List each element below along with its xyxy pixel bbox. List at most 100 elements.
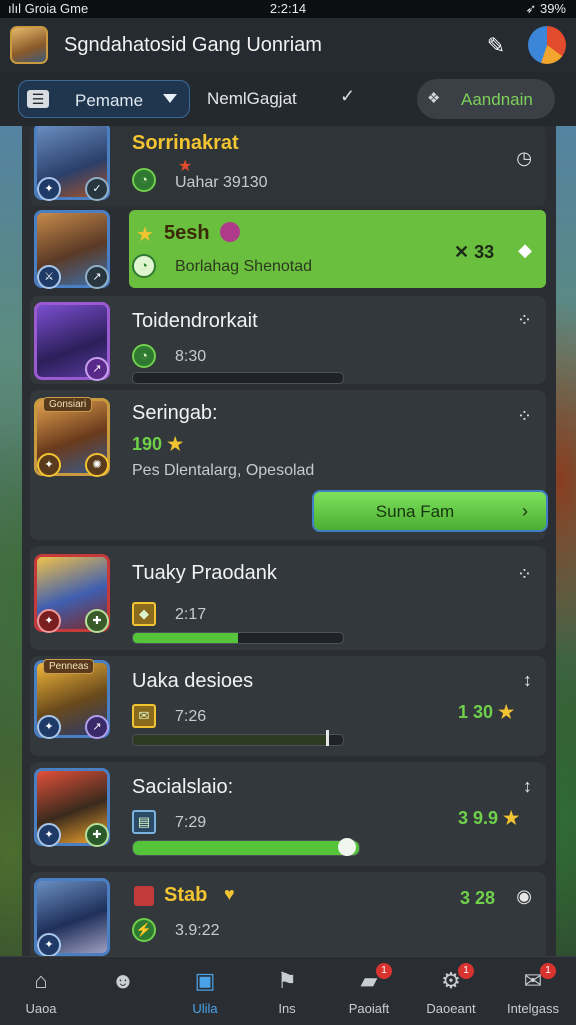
hero-subtitle: 8:30 <box>175 348 207 365</box>
star-icon: ★ <box>167 434 184 454</box>
hero-value: 190 ★ <box>132 434 184 454</box>
notification-badge: 1 <box>458 963 474 979</box>
level-badge-icon: ↗ <box>85 265 109 289</box>
action-button[interactable]: ❖ Aandnain <box>417 79 555 119</box>
check-icon[interactable]: ✓ <box>340 86 355 107</box>
battery-text: ➶ 39% <box>525 1 566 16</box>
timer-icon[interactable]: ◷ <box>516 148 532 169</box>
progress-fill <box>133 735 329 745</box>
hero-subtitle: 7:26 <box>175 708 207 725</box>
list-icon: ▣ <box>194 968 216 993</box>
nav-item-settings[interactable]: ⚙ 1 Daoeant <box>410 957 492 1025</box>
level-badge-icon: ✺ <box>85 453 109 477</box>
status-icon: ◔ <box>132 344 156 368</box>
level-badge-icon: ↗ <box>85 357 109 381</box>
hero-name: 5esh <box>164 222 210 244</box>
list-item[interactable]: ✦ ✚ Sacialslaio: ▤ 7:29 3 9.9 ★ ↕ <box>30 762 546 866</box>
list-item[interactable]: ↗ Toidendrorkait ◔ 8:30 ⁘ <box>30 296 546 384</box>
filter-tab[interactable]: NemlGagjat <box>207 89 297 109</box>
hero-subtitle: Borlahag Shenotad <box>175 258 312 275</box>
class-badge-icon: ✦ <box>37 177 61 201</box>
class-badge-icon: ✦ <box>37 933 61 956</box>
level-badge-icon: ↗ <box>85 715 109 739</box>
list-item[interactable]: ✦ Stab ♥ ⚡ 3.9:22 3 28 ◉ <box>30 872 546 956</box>
filter-select[interactable]: ☰ Pemame <box>18 80 190 118</box>
more-icon[interactable]: ⁘ <box>517 310 532 331</box>
nav-item-chest[interactable]: ▰ 1 Paoiaft <box>328 957 410 1025</box>
hero-subtitle: 3.9:22 <box>175 922 220 939</box>
progress-knob[interactable] <box>338 838 356 856</box>
hero-portrait: ✦ ✓ <box>34 126 110 201</box>
chevron-down-icon <box>163 94 177 103</box>
progress-bar <box>132 734 344 746</box>
level-badge-icon: ✓ <box>85 177 109 201</box>
nav-item-list[interactable]: ▣ Ulila <box>164 957 246 1025</box>
claim-button-label: Suna Fam <box>375 502 455 521</box>
nav-label: Daoeant <box>426 1001 476 1016</box>
sort-icon[interactable]: ↕ <box>523 776 532 797</box>
hero-name: Sorrinakrat <box>132 132 239 154</box>
progress-bar <box>132 840 360 856</box>
hero-name: Toidendrorkait <box>132 310 258 332</box>
clock-text: 2:2:14 <box>269 1 307 16</box>
hero-portrait: Gonsiari ✦ ✺ <box>34 397 110 477</box>
friends-icon: ☻ <box>111 968 135 993</box>
mail-icon: ✉ <box>132 704 156 728</box>
progress-marker <box>326 730 329 746</box>
target-icon[interactable]: ◉ <box>516 886 532 907</box>
level-badge-icon: ✚ <box>85 609 109 633</box>
gem-icon <box>220 222 240 242</box>
class-badge-icon: ✦ <box>37 715 61 739</box>
more-icon[interactable]: ⁘ <box>517 406 532 427</box>
hero-portrait: ✦ ✚ <box>34 768 110 847</box>
list-item[interactable]: ✦ ✚ Tuaky Praodank ◆ 2:17 ⁘ <box>30 546 546 650</box>
list-item[interactable]: ✦ ✓ Sorrinakrat ★ ◔ Uahar 39130 ◷ <box>30 126 546 206</box>
reward-value: 3 28 <box>460 888 496 908</box>
hero-tag: Penneas <box>43 659 95 674</box>
class-badge-icon: ✦ <box>37 609 61 633</box>
action-button-label: Aandnain <box>461 90 533 109</box>
progress-bar <box>132 632 344 644</box>
nav-item-messages[interactable]: ✉ 1 Intelgass <box>492 957 574 1025</box>
list-filter-icon: ☰ <box>27 90 49 108</box>
claim-button[interactable]: Suna Fam › <box>312 490 548 532</box>
more-icon[interactable]: ⁘ <box>517 564 532 585</box>
nav-item-home[interactable]: ⌂ Uaoa <box>0 957 82 1025</box>
browser-icon[interactable] <box>528 26 566 64</box>
reward-value: 3 9.9 ★ <box>458 808 520 828</box>
status-icon: ◔ <box>132 168 156 192</box>
app-title: Sgndahatosid Gang Uonriam <box>64 34 322 56</box>
app-avatar[interactable] <box>10 26 48 64</box>
app-header: Sgndahatosid Gang Uonriam ✎ <box>0 18 576 73</box>
tag-icon: ◆ <box>132 602 156 626</box>
star-icon: ★ <box>498 702 515 722</box>
hero-portrait: ✦ ✚ <box>34 554 110 633</box>
pen-icon[interactable]: ✎ <box>482 32 510 60</box>
notification-badge: 1 <box>540 963 556 979</box>
nav-label: Ins <box>278 1001 296 1016</box>
list-item-expanded[interactable]: Gonsiari ✦ ✺ Seringab: 190 ★ Pes Dlental… <box>30 390 548 540</box>
shield-icon: ♥ <box>224 884 235 904</box>
star-icon: ★ <box>136 224 154 246</box>
home-icon: ⌂ <box>34 968 48 993</box>
class-badge-icon: ⚔ <box>37 265 61 289</box>
inventory-icon: ⚑ <box>277 968 297 993</box>
dice-icon <box>134 886 154 906</box>
hero-subtitle: 2:17 <box>175 606 207 623</box>
paw-icon: ❖ <box>427 90 441 107</box>
diamond-icon[interactable]: ◆ <box>518 240 532 261</box>
sort-icon[interactable]: ↕ <box>523 670 532 691</box>
list-item[interactable]: Penneas ✦ ↗ Uaka desioes ✉ 7:26 1 30 ★ ↕ <box>30 656 546 756</box>
hero-name: Stab <box>164 884 208 906</box>
card-icon: ▤ <box>132 810 156 834</box>
list-item-selected[interactable]: ⚔ ↗ ★ 5esh ◔ Borlahag Shenotad ✕ 33 ◆ <box>30 210 546 290</box>
nav-item-inventory[interactable]: ⚑ Ins <box>246 957 328 1025</box>
hero-portrait: Penneas ✦ ↗ <box>34 659 110 739</box>
hero-portrait: ✦ <box>34 878 110 956</box>
hero-portrait: ↗ <box>34 302 110 381</box>
nav-item-friends[interactable]: ☻ <box>82 957 164 1025</box>
hero-name: Sacialslaio: <box>132 776 234 798</box>
level-badge-icon: ✚ <box>85 823 109 847</box>
notification-badge: 1 <box>376 963 392 979</box>
nav-label: Intelgass <box>506 1001 560 1016</box>
